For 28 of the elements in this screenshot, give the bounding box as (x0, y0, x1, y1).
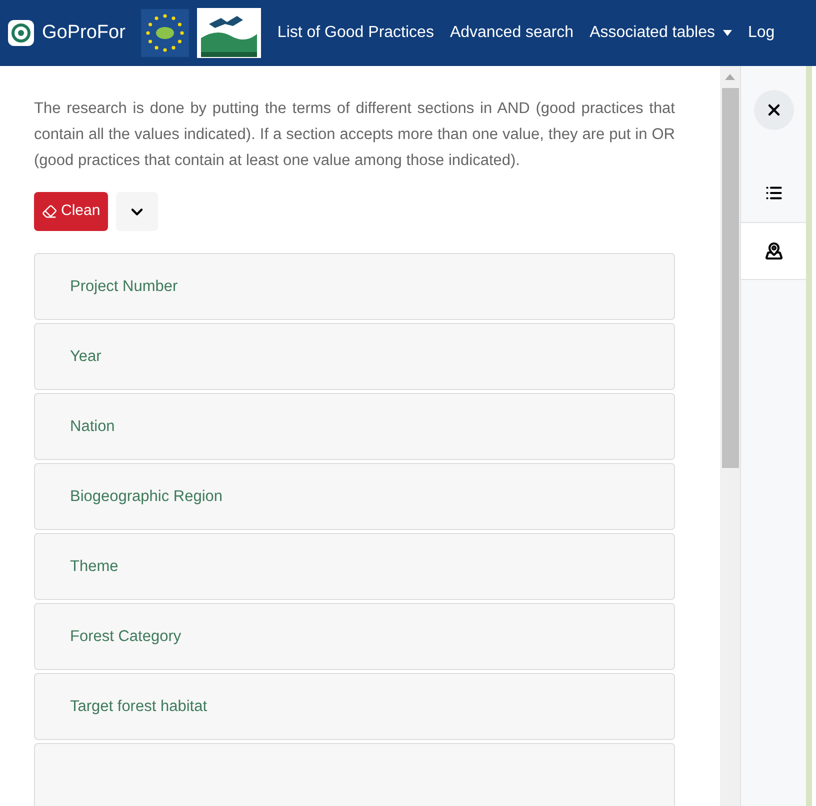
accordion-item[interactable]: Theme (34, 533, 675, 600)
scrollbar-thumb[interactable] (722, 88, 738, 468)
dropdown-button[interactable] (116, 192, 158, 231)
description-text: The research is done by putting the terms of different sections in AND (good practices that contain all the values indicated). If a section accepts more than one value, they are put in OR (good practices that contain at least one value among those indicated). (34, 99, 675, 171)
list-icon (764, 184, 782, 202)
caret-icon (722, 30, 732, 36)
accordion-item[interactable]: Project Number (34, 253, 675, 320)
map-tab[interactable] (741, 222, 806, 280)
logo-icon (8, 20, 34, 46)
nav-link[interactable]: Log (748, 21, 775, 45)
eu-life-logo (141, 9, 190, 57)
close-button[interactable] (754, 90, 794, 130)
natura-logo (197, 8, 262, 58)
accordion-item[interactable]: Year (34, 323, 675, 390)
accordion-item[interactable]: Nation (34, 393, 675, 460)
scrollbar[interactable] (720, 66, 740, 806)
accordion-item[interactable] (34, 743, 675, 806)
accordion-item[interactable]: Biogeographic Region (34, 463, 675, 530)
scroll-up-icon (725, 74, 735, 80)
map-icon (764, 242, 782, 260)
accordion-item[interactable]: Target forest habitat (34, 673, 675, 740)
nav-link[interactable]: List of Good Practices (277, 21, 434, 45)
brand-link[interactable]: GoProFor (42, 18, 126, 48)
nav-link[interactable]: Advanced search (450, 21, 574, 45)
accordion-item[interactable]: Forest Category (34, 603, 675, 670)
eraser-icon (42, 204, 57, 219)
nav-link[interactable]: Associated tables (590, 21, 732, 45)
clean-button[interactable]: Clean (34, 192, 108, 231)
